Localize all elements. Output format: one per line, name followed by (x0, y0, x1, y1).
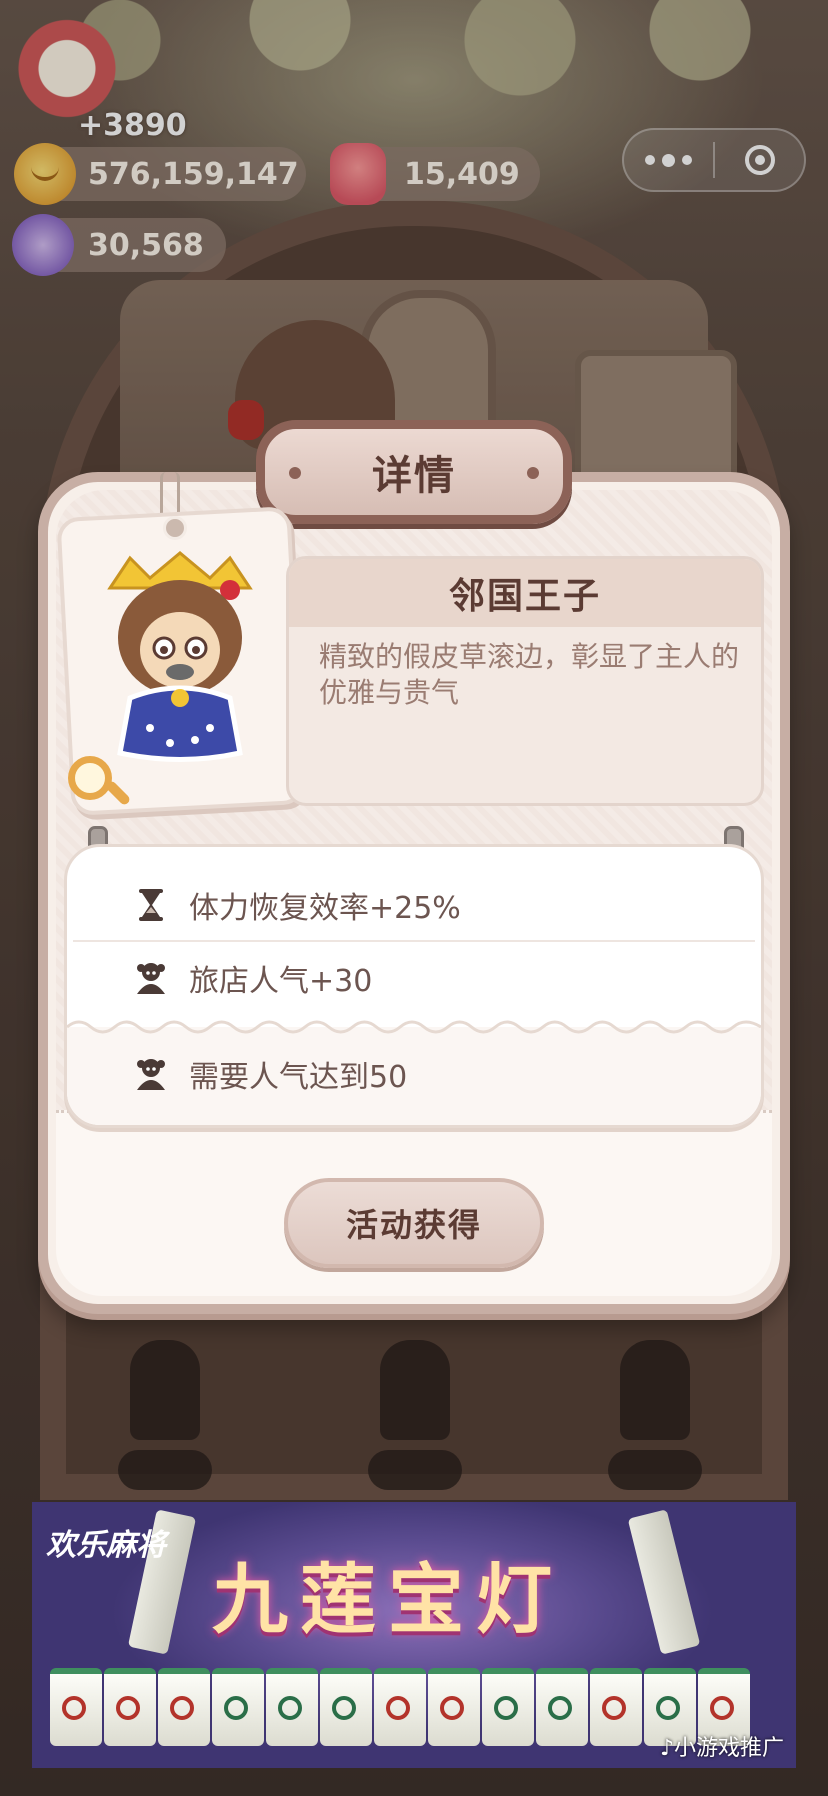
popularity-icon (137, 1059, 165, 1090)
ad-title: 九莲宝灯 (212, 1555, 564, 1644)
obtain-button-label: 活动获得 (345, 1206, 482, 1244)
ad-tag: ♪小游戏推广 (659, 1736, 784, 1761)
item-name: 邻国王子 (448, 576, 601, 617)
mahjong-tile (482, 1668, 534, 1746)
mahjong-tile (266, 1668, 318, 1746)
mahjong-tile (104, 1668, 156, 1746)
card-hole (163, 516, 187, 540)
mahjong-tile (374, 1668, 426, 1746)
item-name-header: 邻国王子 (289, 559, 761, 627)
stud-icon (289, 467, 301, 479)
requirement-row: 需要人气达到50 (67, 1038, 761, 1110)
popularity-icon (137, 963, 165, 994)
mahjong-tile (590, 1668, 642, 1746)
stud-icon (527, 467, 539, 479)
mahjong-tile (428, 1668, 480, 1746)
hourglass-icon (139, 889, 163, 921)
effect-text: 旅店人气+30 (189, 964, 373, 999)
effect-row-stamina: 体力恢复效率+25% (67, 869, 761, 941)
magnifier-icon[interactable] (68, 756, 112, 800)
effect-text: 体力恢复效率+25% (189, 891, 461, 926)
mahjong-tile (158, 1668, 210, 1746)
mahjong-tile (50, 1668, 102, 1746)
mahjong-tile-stack (627, 1509, 701, 1655)
item-description: 精致的假皮草滚边，彰显了主人的优雅与贵气 (319, 640, 740, 709)
wavy-divider (67, 1020, 761, 1034)
obtain-via-event-button[interactable]: 活动获得 (284, 1178, 544, 1268)
ad-banner[interactable]: 欢乐麻将 九莲宝灯 ♪小游戏推广 (32, 1502, 796, 1768)
ad-game-logo: 欢乐麻将 (46, 1528, 166, 1563)
mahjong-tile (320, 1668, 372, 1746)
mahjong-tile (536, 1668, 588, 1746)
item-effects-panel: 体力恢复效率+25% 旅店人气+30 需要人气达到50 (64, 844, 764, 1128)
effect-row-popularity: 旅店人气+30 (67, 942, 761, 1014)
mahjong-tile (212, 1668, 264, 1746)
mahjong-tile-row (50, 1668, 750, 1746)
prince-costume-image (107, 551, 253, 762)
dialog-title-tab: 详情 (256, 420, 572, 524)
item-info-panel: 邻国王子 精致的假皮草滚边，彰显了主人的优雅与贵气 (286, 556, 764, 806)
requirement-text: 需要人气达到50 (189, 1060, 408, 1095)
dialog-title: 详情 (372, 453, 456, 499)
